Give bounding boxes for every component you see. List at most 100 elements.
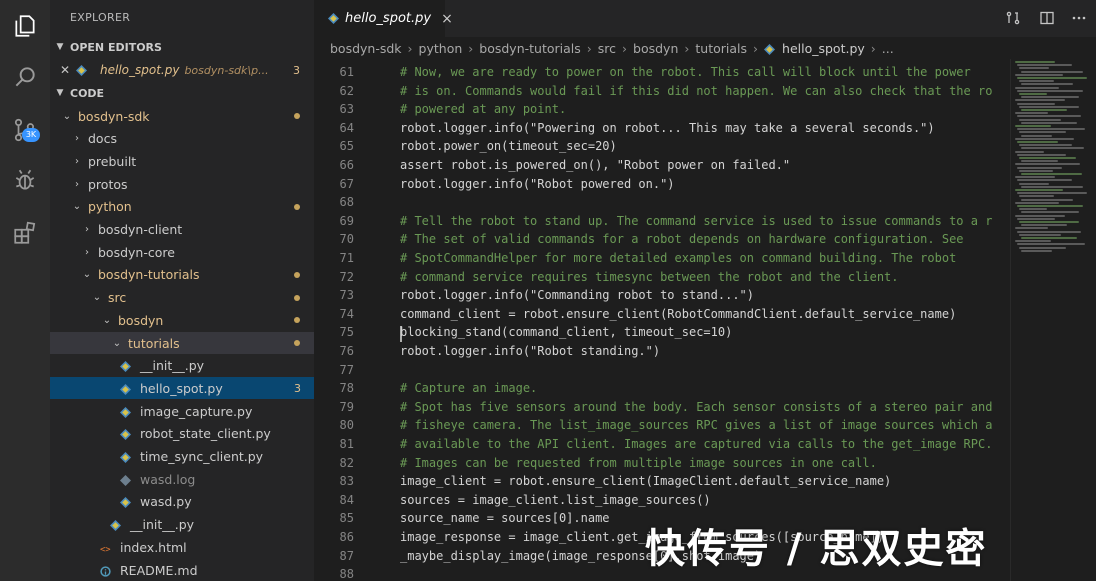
extensions-icon[interactable] [11,219,39,247]
minimap-line [1017,217,1055,220]
code-line: 82 # Images can be requested from multipl… [314,454,1010,473]
modified-dot-icon [294,113,300,119]
tree-folder[interactable]: ⌄ bosdyn [50,309,314,331]
tree-item-label: tutorials [128,335,180,351]
minimap-line [1017,166,1062,169]
tree-file[interactable]: hello_spot.py 3 [50,377,314,400]
code-section-header[interactable]: ▼ CODE [50,82,314,104]
chevron-right-icon: › [75,178,79,190]
breadcrumb-item[interactable]: tutorials [695,41,747,56]
more-actions-icon[interactable] [1070,9,1088,27]
minimap-line [1017,77,1087,79]
minimap-line [1021,211,1079,214]
breadcrumb-item[interactable]: src [598,41,616,56]
line-text: robot.logger.info("Commanding robot to s… [400,288,755,303]
line-text: robot.logger.info("Robot standing.") [400,344,661,358]
breadcrumb-item[interactable]: bosdyn-tutorials [479,41,581,56]
python-file-icon [764,41,778,56]
breadcrumb-item[interactable]: ... [882,41,894,56]
tree-item-label: bosdyn [118,312,164,328]
tree-folder[interactable]: › prebuilt [50,150,314,172]
minimap-line [1021,249,1052,252]
debug-icon[interactable] [11,166,39,194]
minimap-line [1017,243,1085,246]
tree-folder[interactable]: › protos [50,173,314,195]
chevron-down-icon: ⌄ [62,110,72,122]
breadcrumb-item[interactable]: hello_spot.py [782,41,865,56]
tree-folder[interactable]: ⌄ bosdyn-tutorials [50,264,314,286]
line-text: # Spot has five sensors around the body.… [400,399,993,414]
minimap-line [1017,153,1066,156]
line-number: 79 [339,399,354,414]
line-text: # powered at any point. [400,102,567,117]
split-editor-icon[interactable] [1038,9,1056,27]
tree-item-label: time_sync_client.py [140,449,264,464]
minimap-line [1019,169,1053,172]
code-line: 65 robot.power_on(timeout_sec=20) [314,137,1010,156]
close-icon[interactable]: ✕ [50,63,76,77]
minimap-line [1015,240,1051,243]
explorer-icon[interactable] [11,12,39,40]
close-icon[interactable]: × [441,11,453,27]
line-number: 78 [339,381,354,396]
code-line: 83 image_client = robot.ensure_client(Ima… [314,472,1010,491]
open-editor-problem-count: 3 [293,63,300,77]
chevron-down-icon: ⌄ [92,292,102,304]
open-editor-item[interactable]: ✕ hello_spot.py bosdyn-sdk\p... 3 [50,59,314,81]
code-line: 72 # command service requires timesync be… [314,268,1010,287]
line-text: # The set of valid commands for a robot … [400,232,964,247]
minimap-line [1015,86,1059,89]
line-text: # Capture an image. [400,381,538,396]
tree-item-label: image_capture.py [140,403,253,419]
tree-file[interactable]: README.md [50,559,314,581]
python-file-icon [120,381,136,396]
open-editors-header[interactable]: ▼ OPEN EDITORS [50,36,314,58]
line-number: 69 [339,213,354,228]
tree-folder[interactable]: ⌄ bosdyn-sdk [50,105,314,127]
tree-folder[interactable]: › docs [50,128,314,150]
tree-file[interactable]: image_capture.py [50,400,314,422]
line-number: 63 [339,102,354,117]
line-number: 61 [339,65,354,79]
line-number: 82 [339,455,354,470]
minimap-line [1019,221,1079,223]
open-changes-icon[interactable] [1004,9,1022,27]
tree-file[interactable]: time_sync_client.py [50,446,314,468]
html-file-icon: <> [100,540,116,555]
minimap-line [1019,67,1049,70]
minimap-line [1015,163,1080,166]
line-number: 65 [339,139,354,154]
modified-dot-icon [294,203,300,210]
minimap[interactable] [1010,59,1096,581]
code-line: 71 # SpotCommandHelper for more detailed … [314,249,1010,268]
tree-file[interactable]: wasd.py [50,491,314,513]
open-editor-path: bosdyn-sdk\p... [184,63,269,77]
line-text: sources = image_client.list_image_source… [400,492,711,507]
breadcrumb-item[interactable]: bosdyn [633,41,678,56]
tree-file[interactable]: __init__.py [50,355,314,377]
chevron-right-icon: › [85,246,89,258]
minimap-line [1015,73,1063,76]
tree-file[interactable]: __init__.py [50,514,314,536]
code-line: 74 command_client = robot.ensure_client(R… [314,305,1010,324]
line-text: command_client = robot.ensure_client(Rob… [400,306,957,321]
search-icon[interactable] [11,63,39,91]
tree-folder[interactable]: › bosdyn-core [50,241,314,263]
chevron-down-icon: ⌄ [102,314,112,326]
tree-item-label: __init__.py [130,517,195,533]
minimap-line [1021,96,1079,99]
code-line: 69 # Tell the robot to stand up. The comm… [314,212,1010,231]
tab-hello-spot[interactable]: hello_spot.py × [314,0,453,37]
tree-file[interactable]: wasd.log [50,468,314,490]
tree-file[interactable]: robot_state_client.py [50,423,314,445]
tree-folder[interactable]: ⌄ python [50,196,314,218]
tree-folder[interactable]: › bosdyn-client [50,219,314,241]
tree-file[interactable]: <> index.html [50,536,314,558]
tree-folder[interactable]: ⌄ tutorials [50,332,314,354]
breadcrumb-item[interactable]: bosdyn-sdk [330,41,402,56]
tree-folder[interactable]: ⌄ src [50,287,314,309]
code-editor[interactable]: 61 # Now, we are ready to power on the ro… [314,62,1010,581]
breadcrumb-item[interactable]: python [419,41,463,56]
tree-item-label: index.html [120,539,187,555]
minimap-line [1021,160,1058,163]
